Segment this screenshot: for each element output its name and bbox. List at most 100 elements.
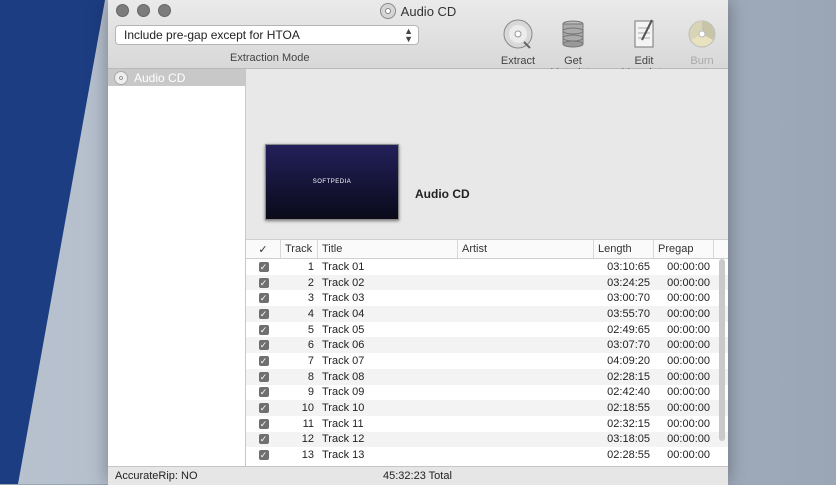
track-length: 03:24:25 [607, 276, 650, 289]
track-checkbox[interactable]: ✓ [246, 355, 281, 367]
track-length: 03:07:70 [607, 339, 650, 352]
header-track[interactable]: Track [281, 240, 318, 258]
track-number: 5 [307, 323, 314, 336]
track-number: 11 [302, 417, 314, 430]
track-length: 04:09:20 [607, 354, 650, 367]
track-number: 10 [301, 402, 314, 415]
table-row[interactable]: ✓ 3 Track 03 03:00:70 00:00:00 [246, 290, 728, 306]
track-checkbox[interactable]: ✓ [246, 261, 281, 273]
cd-icon [503, 19, 533, 49]
track-pregap: 00:00:00 [667, 260, 710, 273]
table-row[interactable]: ✓ 5 Track 05 02:49:65 00:00:00 [246, 322, 728, 338]
table-row[interactable]: ✓ 12 Track 12 03:18:05 00:00:00 [246, 431, 728, 448]
track-title: Track 11 [322, 417, 364, 430]
header-artist[interactable]: Artist [458, 240, 594, 258]
status-bar: AccurateRip: NO 45:32:23 Total [108, 466, 728, 485]
track-number: 6 [307, 339, 314, 352]
table-row[interactable]: ✓ 9 Track 09 02:42:40 00:00:00 [246, 385, 728, 401]
extraction-mode-label: Extraction Mode [230, 52, 310, 64]
track-checkbox[interactable]: ✓ [246, 418, 281, 430]
track-title: Track 03 [322, 292, 365, 305]
table-row[interactable]: ✓ 6 Track 06 03:07:70 00:00:00 [246, 337, 728, 354]
track-length: 03:10:65 [607, 260, 650, 273]
extract-label: Extract [500, 55, 536, 67]
track-title: Track 05 [322, 323, 365, 336]
extraction-mode-select[interactable]: Include pre-gap except for HTOA ▲ ▼ [115, 25, 419, 45]
album-title: Audio CD [415, 187, 470, 201]
track-length: 03:55:70 [607, 307, 650, 320]
sidebar-item-label: Audio CD [134, 70, 186, 85]
track-number: 9 [307, 386, 314, 399]
checkmark-icon[interactable]: ✓ [258, 261, 269, 272]
track-table: ✓ Track Title Artist Length Pregap ✓ 1 Tra… [246, 239, 728, 466]
checkmark-icon[interactable]: ✓ [258, 403, 269, 414]
header-check[interactable]: ✓ [246, 240, 281, 258]
track-length: 02:42:40 [607, 386, 650, 399]
track-title: Track 09 [322, 386, 365, 399]
track-length: 03:00:70 [607, 292, 650, 305]
checkmark-icon[interactable]: ✓ [258, 324, 269, 335]
track-checkbox[interactable]: ✓ [246, 402, 281, 414]
table-scrollbar[interactable] [719, 259, 725, 441]
checkmark-icon[interactable]: ✓ [258, 450, 269, 461]
header-title[interactable]: Title [318, 240, 458, 258]
track-number: 13 [301, 449, 314, 462]
track-number: 2 [307, 276, 314, 289]
table-row[interactable]: ✓ 8 Track 08 02:28:15 00:00:00 [246, 368, 728, 385]
checkmark-icon[interactable]: ✓ [258, 277, 269, 288]
track-pregap: 00:00:00 [667, 417, 710, 430]
table-row[interactable]: ✓ 4 Track 04 03:55:70 00:00:00 [246, 306, 728, 322]
track-pregap: 00:00:00 [667, 292, 710, 305]
album-artwork[interactable]: SOFTPEDIA [265, 144, 399, 220]
table-row[interactable]: ✓ 7 Track 07 04:09:20 00:00:00 [246, 353, 728, 369]
extract-button[interactable]: Extract [500, 18, 536, 67]
album-header: SOFTPEDIA Audio CD [246, 69, 728, 239]
track-number: 12 [301, 433, 314, 446]
checkmark-icon[interactable]: ✓ [258, 371, 269, 382]
track-pregap: 00:00:00 [667, 339, 710, 352]
header-length[interactable]: Length [594, 240, 654, 258]
track-pregap: 00:00:00 [667, 307, 710, 320]
sidebar-item-audio-cd[interactable]: Audio CD [108, 69, 245, 86]
track-length: 02:28:15 [607, 370, 650, 383]
track-title: Track 02 [322, 276, 365, 289]
track-number: 7 [307, 354, 314, 367]
track-checkbox[interactable]: ✓ [246, 386, 281, 398]
checkmark-icon[interactable]: ✓ [258, 293, 269, 304]
track-number: 8 [307, 370, 314, 383]
track-pregap: 00:00:00 [667, 323, 710, 336]
track-title: Track 07 [322, 354, 365, 367]
track-checkbox[interactable]: ✓ [246, 292, 281, 304]
table-row[interactable]: ✓ 2 Track 02 03:24:25 00:00:00 [246, 274, 728, 291]
track-checkbox[interactable]: ✓ [246, 324, 281, 336]
track-checkbox[interactable]: ✓ [246, 308, 281, 320]
window-title: Audio CD [108, 3, 728, 19]
track-pregap: 00:00:00 [667, 276, 710, 289]
table-row[interactable]: ✓ 10 Track 10 02:18:55 00:00:00 [246, 400, 728, 416]
checkmark-icon[interactable]: ✓ [258, 434, 269, 445]
checkmark-icon[interactable]: ✓ [258, 355, 269, 366]
track-checkbox[interactable]: ✓ [246, 433, 281, 445]
checkmark-icon[interactable]: ✓ [258, 387, 269, 398]
cd-icon [379, 3, 396, 19]
checkmark-icon[interactable]: ✓ [258, 340, 269, 351]
header-pregap[interactable]: Pregap [654, 240, 714, 258]
table-row[interactable]: ✓ 11 Track 11 02:32:15 00:00:00 [246, 416, 728, 432]
notepad-icon [634, 19, 654, 48]
track-length: 02:49:65 [607, 323, 650, 336]
track-checkbox[interactable]: ✓ [246, 277, 281, 289]
track-checkbox[interactable]: ✓ [246, 371, 281, 383]
track-title: Track 06 [322, 339, 365, 352]
track-pregap: 00:00:00 [667, 449, 710, 462]
track-length: 02:18:55 [607, 402, 650, 415]
track-checkbox[interactable]: ✓ [246, 449, 281, 461]
table-row[interactable]: ✓ 1 Track 01 03:10:65 00:00:00 [246, 259, 728, 275]
track-pregap: 00:00:00 [667, 402, 710, 415]
track-title: Track 13 [322, 449, 365, 462]
cd-icon [114, 70, 128, 85]
checkmark-icon[interactable]: ✓ [258, 308, 269, 319]
checkmark-icon[interactable]: ✓ [258, 418, 269, 429]
accuraterip-status: AccurateRip: NO [115, 470, 198, 482]
track-checkbox[interactable]: ✓ [246, 339, 281, 351]
table-row[interactable]: ✓ 13 Track 13 02:28:55 00:00:00 [246, 447, 728, 463]
